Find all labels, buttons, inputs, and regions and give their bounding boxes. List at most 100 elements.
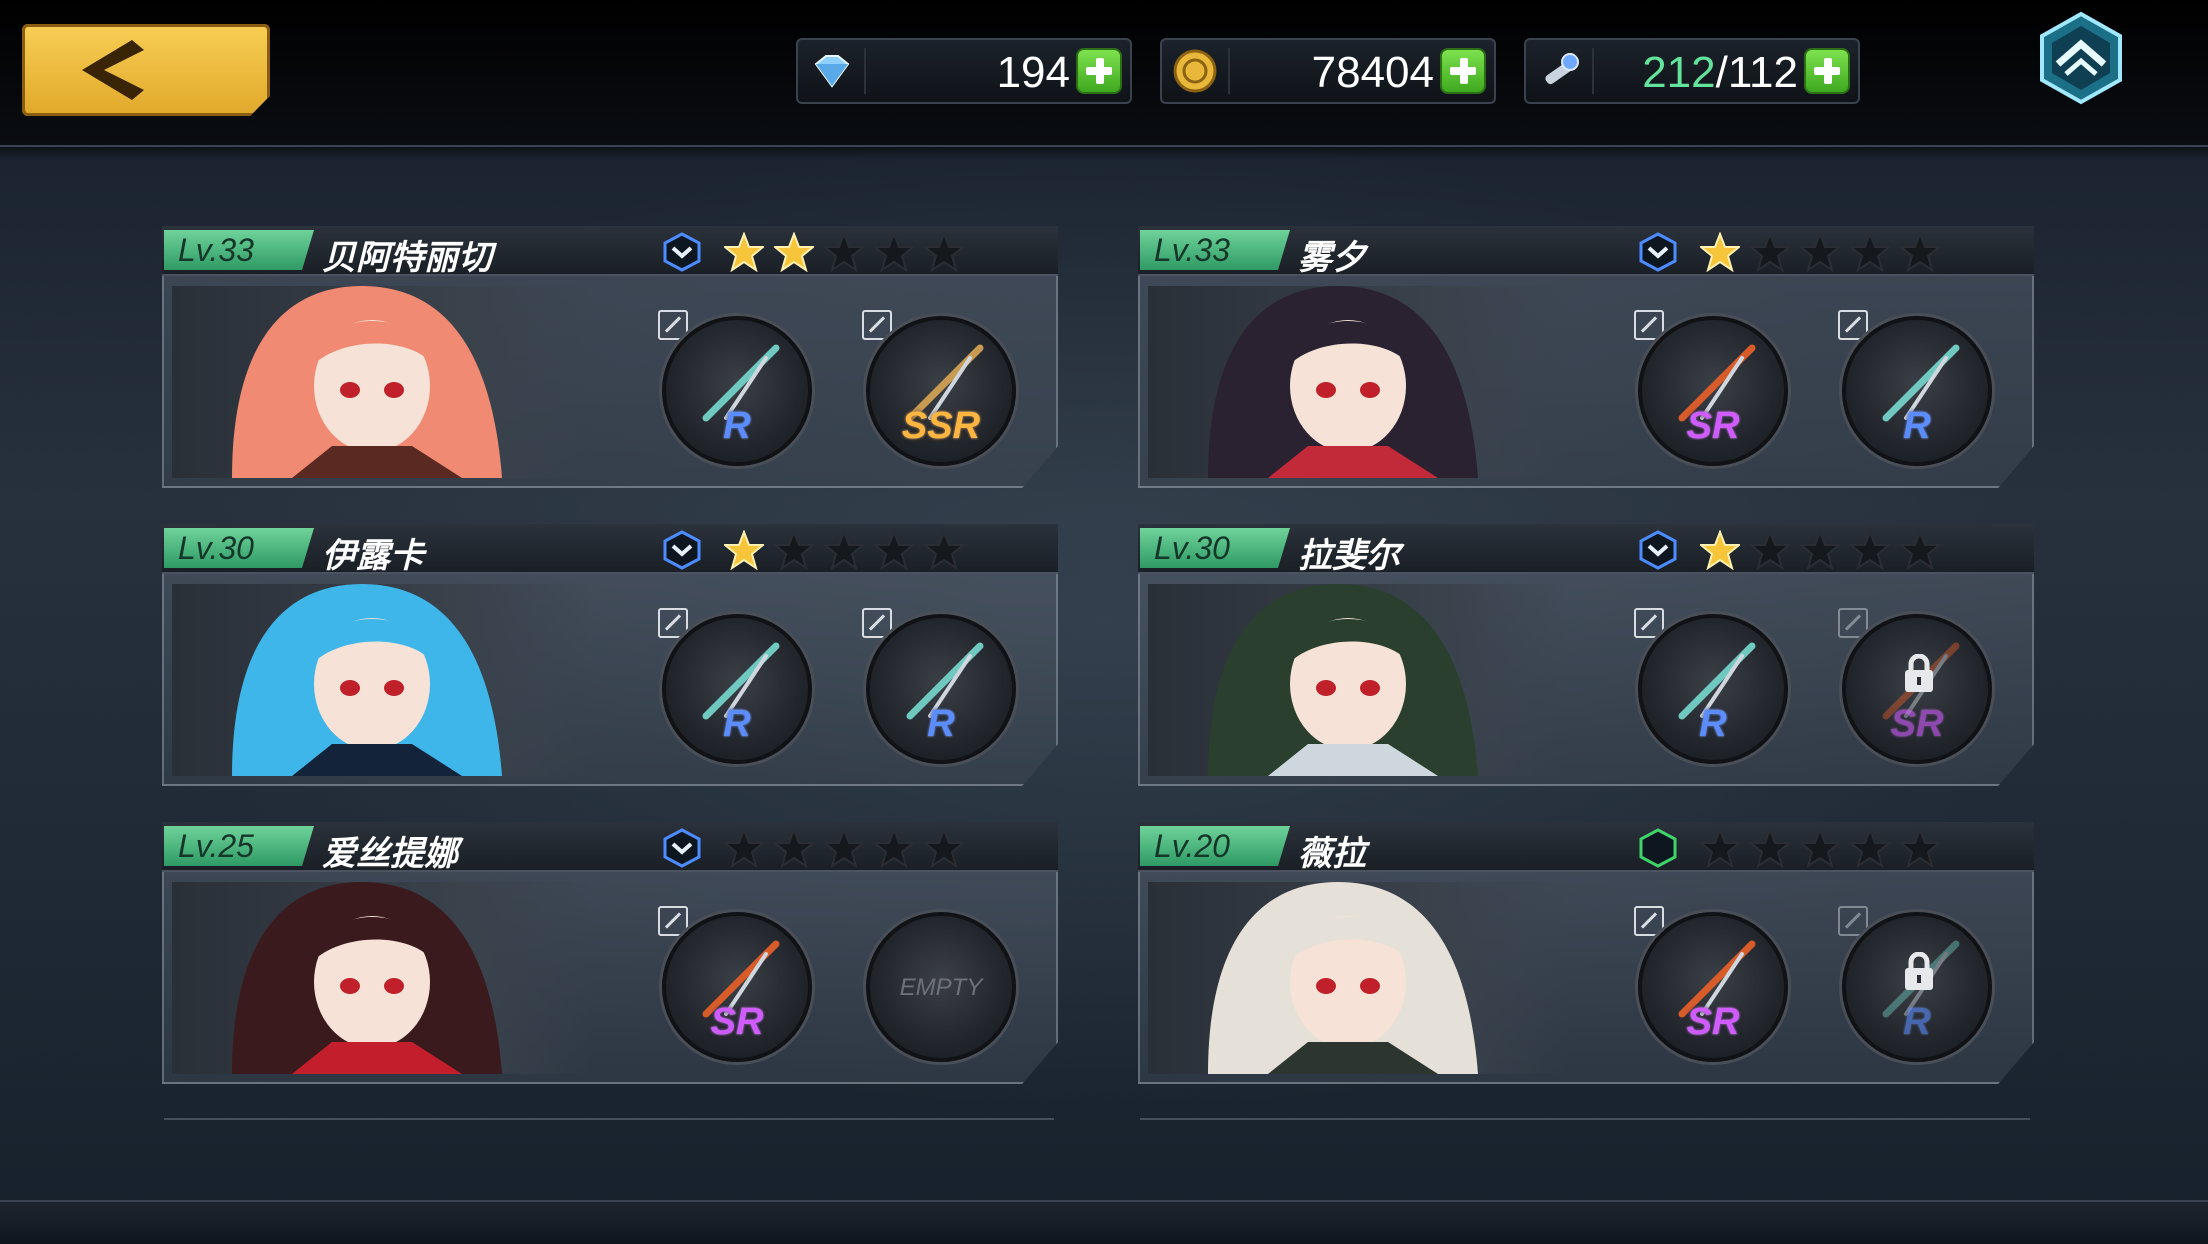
star-empty-icon	[774, 530, 814, 570]
level-badge: Lv.30	[1140, 528, 1290, 568]
equipment-slot[interactable]: R	[866, 614, 1016, 764]
rarity-label: R	[723, 405, 751, 447]
character-card[interactable]: Lv.33 雾夕 SR R	[1138, 226, 2034, 488]
star-empty-icon	[924, 530, 964, 570]
character-name: 拉斐尔	[1298, 536, 1400, 576]
edit-equipment-icon[interactable]	[1838, 608, 1868, 638]
divider	[1228, 48, 1230, 94]
level-badge: Lv.33	[164, 230, 314, 270]
star-filled-icon	[1700, 530, 1740, 570]
equipment-slot[interactable]: R	[662, 316, 812, 466]
stamina-key-icon	[1545, 53, 1579, 85]
card-header: Lv.25 爱丝提娜	[162, 822, 1058, 874]
top-bar: 194 78404 212/112	[0, 0, 2208, 147]
character-card[interactable]: Lv.30 伊露卡 R R	[162, 524, 1058, 786]
character-portrait	[1148, 584, 1568, 776]
lock-icon	[1905, 654, 1933, 692]
character-portrait	[1148, 882, 1568, 1074]
rarity-label: SR	[710, 1001, 764, 1043]
level-text: Lv.30	[1154, 530, 1230, 566]
star-empty-icon	[1750, 530, 1790, 570]
equipment-slot[interactable]: SSR	[866, 316, 1016, 466]
card-header: Lv.33 雾夕	[1138, 226, 2034, 278]
star-empty-icon	[774, 828, 814, 868]
character-portrait	[172, 882, 592, 1074]
gem-icon	[814, 55, 850, 88]
star-filled-icon	[1700, 232, 1740, 272]
equipment-slot[interactable]: SR	[1638, 912, 1788, 1062]
character-card[interactable]: Lv.25 爱丝提娜 SR EMPTY	[162, 822, 1058, 1084]
star-empty-icon	[1750, 232, 1790, 272]
gold-coin-icon	[1173, 49, 1217, 93]
equipment-slot[interactable]: R	[1842, 316, 1992, 466]
edit-equipment-icon[interactable]	[862, 310, 892, 340]
gem-count: 194	[996, 48, 1070, 97]
add-gems-button[interactable]	[1076, 48, 1122, 94]
level-badge: Lv.33	[1140, 230, 1290, 270]
character-name: 伊露卡	[322, 536, 424, 576]
edit-equipment-icon[interactable]	[1838, 310, 1868, 340]
equipment-slot[interactable]: SR	[662, 912, 812, 1062]
level-text: Lv.33	[178, 232, 254, 268]
character-card[interactable]: Lv.33 贝阿特丽切 R SSR	[162, 226, 1058, 488]
equipment-slot[interactable]: SR	[1638, 316, 1788, 466]
stamina-value: 212/112	[1642, 48, 1798, 98]
add-stamina-button[interactable]	[1804, 48, 1850, 94]
star-empty-icon	[724, 828, 764, 868]
rank-hexagon-icon	[663, 530, 701, 570]
divider	[1140, 1118, 2030, 1120]
edit-equipment-icon[interactable]	[1634, 608, 1664, 638]
star-empty-icon	[1900, 530, 1940, 570]
character-card[interactable]: Lv.30 拉斐尔 R SR	[1138, 524, 2034, 786]
rank-hexagon-icon	[1639, 828, 1677, 868]
card-header: Lv.30 拉斐尔	[1138, 524, 2034, 576]
star-empty-icon	[824, 828, 864, 868]
character-name: 爱丝提娜	[322, 834, 458, 874]
star-empty-icon	[824, 530, 864, 570]
edit-equipment-icon[interactable]	[1838, 906, 1868, 936]
character-card[interactable]: Lv.20 薇拉 SR R	[1138, 822, 2034, 1084]
star-empty-icon	[1850, 232, 1890, 272]
level-text: Lv.33	[1154, 232, 1230, 268]
equipment-slot[interactable]: SR	[1842, 614, 1992, 764]
level-badge: Lv.20	[1140, 826, 1290, 866]
star-empty-icon	[1850, 828, 1890, 868]
rank-hexagon-icon	[663, 232, 701, 272]
stamina-counter: 212/112	[1524, 38, 1860, 104]
edit-equipment-icon[interactable]	[1634, 310, 1664, 340]
rarity-label: SSR	[901, 405, 981, 447]
character-portrait	[1148, 286, 1568, 478]
edit-equipment-icon[interactable]	[658, 310, 688, 340]
star-rating	[1700, 530, 1940, 570]
character-name: 雾夕	[1298, 238, 1366, 278]
card-header: Lv.33 贝阿特丽切	[162, 226, 1058, 278]
gem-counter: 194	[796, 38, 1132, 104]
edit-equipment-icon[interactable]	[658, 906, 688, 936]
star-empty-icon	[1900, 828, 1940, 868]
character-portrait	[172, 286, 592, 478]
star-empty-icon	[1700, 828, 1740, 868]
star-filled-icon	[724, 530, 764, 570]
card-header: Lv.20 薇拉	[1138, 822, 2034, 874]
equipment-slot[interactable]: EMPTY	[866, 912, 1016, 1062]
edit-equipment-icon[interactable]	[862, 608, 892, 638]
card-header: Lv.30 伊露卡	[162, 524, 1058, 576]
star-filled-icon	[724, 232, 764, 272]
character-name: 薇拉	[1298, 834, 1366, 874]
equipment-slot[interactable]: R	[662, 614, 812, 764]
level-text: Lv.20	[1154, 828, 1230, 864]
empty-slot-label: EMPTY	[899, 974, 983, 1001]
star-rating	[1700, 232, 1940, 272]
star-rating	[1700, 828, 1940, 868]
home-menu-icon[interactable]	[2036, 10, 2126, 106]
edit-equipment-icon[interactable]	[658, 608, 688, 638]
lock-icon	[1905, 952, 1933, 990]
equipment-slot[interactable]: R	[1842, 912, 1992, 1062]
gold-counter: 78404	[1160, 38, 1496, 104]
edit-equipment-icon[interactable]	[1634, 906, 1664, 936]
stamina-max: /112	[1715, 48, 1798, 97]
add-gold-button[interactable]	[1440, 48, 1486, 94]
back-button[interactable]	[22, 24, 270, 116]
equipment-slot[interactable]: R	[1638, 614, 1788, 764]
star-empty-icon	[924, 828, 964, 868]
